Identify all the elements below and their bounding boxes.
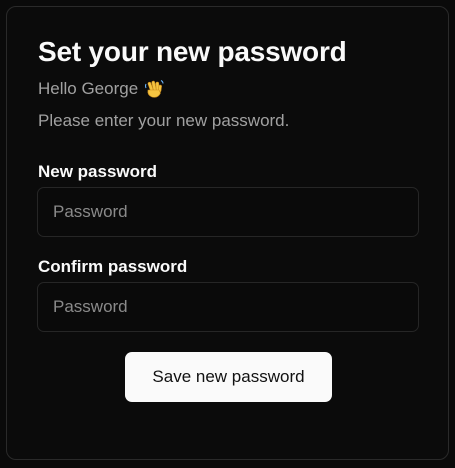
confirm-password-input[interactable]: [37, 282, 419, 332]
new-password-input[interactable]: [37, 187, 419, 237]
reset-password-card: Set your new password Hello George Pleas…: [6, 6, 449, 460]
confirm-password-label: Confirm password: [38, 257, 188, 276]
greeting: Hello George: [38, 79, 164, 99]
save-password-button[interactable]: Save new password: [125, 352, 332, 402]
waving-hand-icon: [144, 79, 164, 99]
new-password-label: New password: [38, 162, 158, 181]
page-title: Set your new password: [38, 36, 347, 67]
instructions-text: Please enter your new password.: [38, 111, 290, 130]
greeting-text: Hello George: [38, 79, 139, 98]
